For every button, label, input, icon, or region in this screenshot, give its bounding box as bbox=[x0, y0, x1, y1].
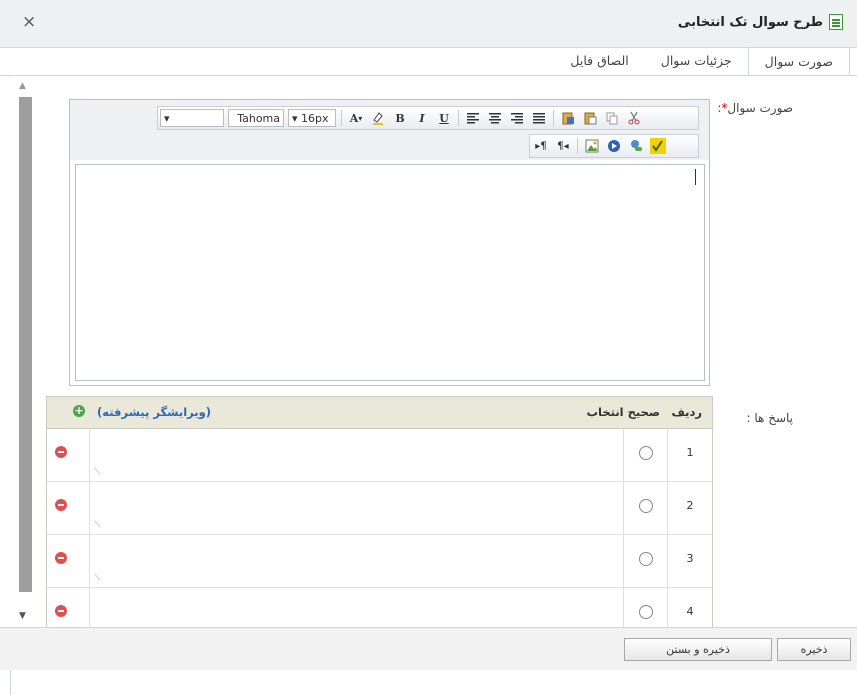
highlight-color-icon[interactable] bbox=[370, 110, 386, 126]
save-and-close-button[interactable]: ذخیره و بستن bbox=[624, 638, 772, 661]
row-number: 1 bbox=[667, 429, 712, 481]
resize-grip-icon[interactable]: ⟍ bbox=[94, 573, 100, 583]
bold-icon[interactable]: B bbox=[392, 110, 408, 126]
dialog-title: طرح سوال تک انتخابی bbox=[678, 14, 843, 30]
resize-grip-icon[interactable]: ⟍ bbox=[94, 520, 100, 530]
font-color-icon[interactable]: A ▾ bbox=[348, 110, 364, 126]
correct-radio[interactable] bbox=[639, 605, 653, 619]
answer-input[interactable]: ⟍ bbox=[89, 535, 624, 587]
align-justify-icon[interactable] bbox=[531, 110, 547, 126]
toolbar-separator bbox=[341, 110, 342, 126]
tab-bar: صورت سوال جزئیات سوال الصاق فایل bbox=[554, 47, 850, 76]
form-icon bbox=[829, 14, 843, 30]
align-center-icon[interactable] bbox=[487, 110, 503, 126]
delete-answer-icon[interactable] bbox=[55, 552, 67, 564]
toolbar-separator bbox=[577, 138, 578, 154]
align-left-icon[interactable] bbox=[465, 110, 481, 126]
paste-icon[interactable] bbox=[582, 110, 598, 126]
row-number: 3 bbox=[667, 535, 712, 587]
delete-answer-icon[interactable] bbox=[55, 499, 67, 511]
answer-input[interactable]: ⟍ bbox=[89, 482, 624, 534]
answers-table: ردیف صحیح انتخاب (ویرایشگر پیشرفته) + 1 … bbox=[46, 396, 713, 630]
add-answer-icon[interactable]: + bbox=[73, 405, 85, 417]
advanced-editor-link[interactable]: (ویرایشگر پیشرفته) bbox=[97, 405, 211, 419]
tab-question-text[interactable]: صورت سوال bbox=[747, 47, 850, 76]
scrollbar-thumb[interactable] bbox=[19, 97, 32, 592]
answers-label: پاسخ ها : bbox=[746, 411, 793, 425]
toolbar-separator bbox=[458, 110, 459, 126]
answer-input[interactable]: ⟍ bbox=[89, 429, 624, 481]
correct-radio[interactable] bbox=[639, 552, 653, 566]
cut-icon[interactable] bbox=[626, 110, 642, 126]
delete-answer-icon[interactable] bbox=[55, 605, 67, 617]
correct-cell bbox=[623, 429, 668, 481]
scroll-up-icon[interactable]: ▲ bbox=[19, 81, 26, 91]
copy-icon[interactable] bbox=[604, 110, 620, 126]
rich-text-editor: ▾ Tahoma ▾ 16px A ▾ B I U ▸¶ ¶◂ bbox=[69, 99, 710, 386]
correct-radio[interactable] bbox=[639, 446, 653, 460]
toolbar-row-1: ▾ Tahoma ▾ 16px A ▾ B I U bbox=[157, 106, 699, 130]
font-size-dropdown[interactable]: ▾ 16px bbox=[288, 109, 336, 127]
row-number: 4 bbox=[667, 588, 712, 629]
correct-cell bbox=[623, 588, 668, 629]
dialog-title-text: طرح سوال تک انتخابی bbox=[677, 14, 823, 30]
column-header-correct: صحیح انتخاب bbox=[586, 405, 660, 419]
insert-formula-icon[interactable] bbox=[650, 138, 666, 154]
scroll-down-icon[interactable]: ▼ bbox=[19, 611, 26, 621]
correct-radio[interactable] bbox=[639, 499, 653, 513]
close-icon[interactable]: × bbox=[22, 12, 36, 32]
question-text-label: صورت سوال*: bbox=[717, 101, 793, 115]
answers-table-header: ردیف صحیح انتخاب (ویرایشگر پیشرفته) + bbox=[47, 397, 712, 429]
insert-media-icon[interactable] bbox=[606, 138, 622, 154]
font-family-dropdown[interactable]: Tahoma bbox=[228, 109, 284, 127]
correct-cell bbox=[623, 482, 668, 534]
question-text-input[interactable] bbox=[75, 164, 705, 381]
vertical-scrollbar[interactable]: ▲ ▼ bbox=[10, 77, 34, 627]
toolbar-separator bbox=[553, 110, 554, 126]
resize-grip-icon[interactable]: ⟍ bbox=[94, 467, 100, 477]
underline-icon[interactable]: U bbox=[436, 110, 452, 126]
table-row: 1 ⟍ bbox=[47, 429, 712, 482]
paste-from-word-icon[interactable] bbox=[560, 110, 576, 126]
delete-answer-icon[interactable] bbox=[55, 446, 67, 458]
editor-toolbar: ▾ Tahoma ▾ 16px A ▾ B I U ▸¶ ¶◂ bbox=[70, 100, 709, 160]
save-button[interactable]: ذخیره bbox=[777, 638, 851, 661]
insert-link-icon[interactable] bbox=[628, 138, 644, 154]
correct-cell bbox=[623, 535, 668, 587]
italic-icon[interactable]: I bbox=[414, 110, 430, 126]
dialog-footer: ذخیره و بستن ذخیره bbox=[0, 627, 857, 670]
ltr-direction-icon[interactable]: ▸¶ bbox=[533, 138, 549, 154]
table-row: 3 ⟍ bbox=[47, 535, 712, 588]
rtl-direction-icon[interactable]: ¶◂ bbox=[555, 138, 571, 154]
tab-attach-file[interactable]: الصاق فایل bbox=[554, 47, 644, 74]
row-number: 2 bbox=[667, 482, 712, 534]
table-row: 2 ⟍ bbox=[47, 482, 712, 535]
tab-question-details[interactable]: جزئیات سوال bbox=[645, 47, 748, 74]
format-dropdown[interactable]: ▾ bbox=[160, 109, 224, 127]
insert-image-icon[interactable] bbox=[584, 138, 600, 154]
dialog-titlebar: × طرح سوال تک انتخابی bbox=[0, 0, 857, 48]
column-header-row: ردیف bbox=[671, 405, 702, 419]
table-row: 4 bbox=[47, 588, 712, 629]
align-right-icon[interactable] bbox=[509, 110, 525, 126]
text-caret bbox=[695, 169, 696, 185]
toolbar-row-2: ▸¶ ¶◂ bbox=[529, 134, 699, 158]
answer-input[interactable] bbox=[89, 588, 624, 629]
